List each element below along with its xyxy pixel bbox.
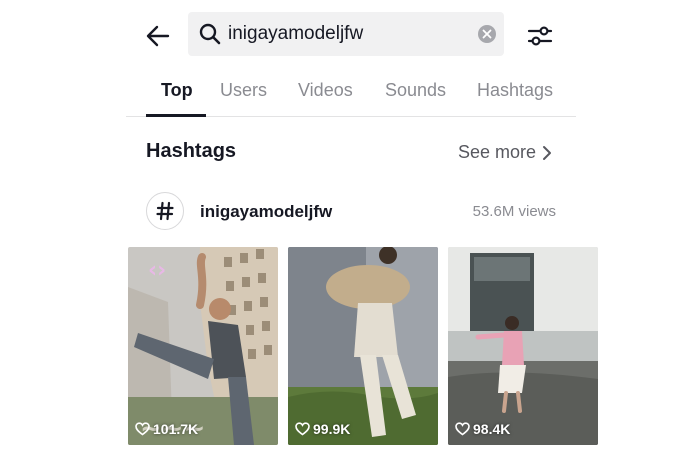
clear-search-button[interactable] (477, 24, 497, 44)
tab-bar: Top Users Videos Sounds Hashtags (126, 72, 576, 117)
hash-icon-circle (146, 192, 184, 230)
search-bar[interactable] (188, 12, 504, 56)
tab-top[interactable]: Top (161, 80, 193, 101)
back-arrow-icon (146, 25, 170, 47)
like-count: 98.4K (455, 421, 510, 437)
tab-hashtags[interactable]: Hashtags (477, 80, 553, 101)
chevron-right-icon (543, 145, 552, 160)
see-more-link[interactable]: See more (458, 142, 552, 163)
hashtag-views: 53.6M views (472, 203, 556, 220)
filter-icon (527, 26, 553, 46)
search-input[interactable] (228, 19, 473, 49)
like-count: 99.9K (295, 421, 350, 437)
filter-button[interactable] (522, 18, 558, 54)
video-thumbnail[interactable]: 99.9K (288, 247, 438, 445)
video-preview-image (288, 247, 438, 445)
like-count-label: 98.4K (473, 421, 511, 437)
svg-text:‹›: ‹› (148, 258, 166, 283)
search-icon (198, 21, 222, 47)
section-title: Hashtags (146, 140, 237, 162)
see-more-label: See more (458, 142, 537, 162)
hash-icon (156, 201, 174, 221)
active-tab-indicator (146, 114, 206, 117)
heart-icon (135, 422, 150, 436)
hashtag-name: inigayamodeljfw (200, 202, 333, 221)
hashtag-row[interactable]: inigayamodeljfw 53.6M views (146, 192, 556, 232)
like-count: 101.7K (135, 421, 198, 437)
back-button[interactable] (140, 18, 176, 54)
tab-videos[interactable]: Videos (298, 80, 353, 101)
tab-users[interactable]: Users (220, 80, 267, 101)
heart-icon (295, 422, 310, 436)
like-count-label: 101.7K (153, 421, 199, 437)
video-preview-image (448, 247, 598, 445)
heart-icon (455, 422, 470, 436)
video-preview-image: ‹› ~~~ (128, 247, 278, 445)
tab-sounds[interactable]: Sounds (385, 80, 446, 101)
like-count-label: 99.9K (313, 421, 351, 437)
video-thumbnail[interactable]: ‹› ~~~ 101.7K (128, 247, 278, 445)
video-thumbnail[interactable]: 98.4K (448, 247, 598, 445)
clear-icon (478, 25, 496, 43)
